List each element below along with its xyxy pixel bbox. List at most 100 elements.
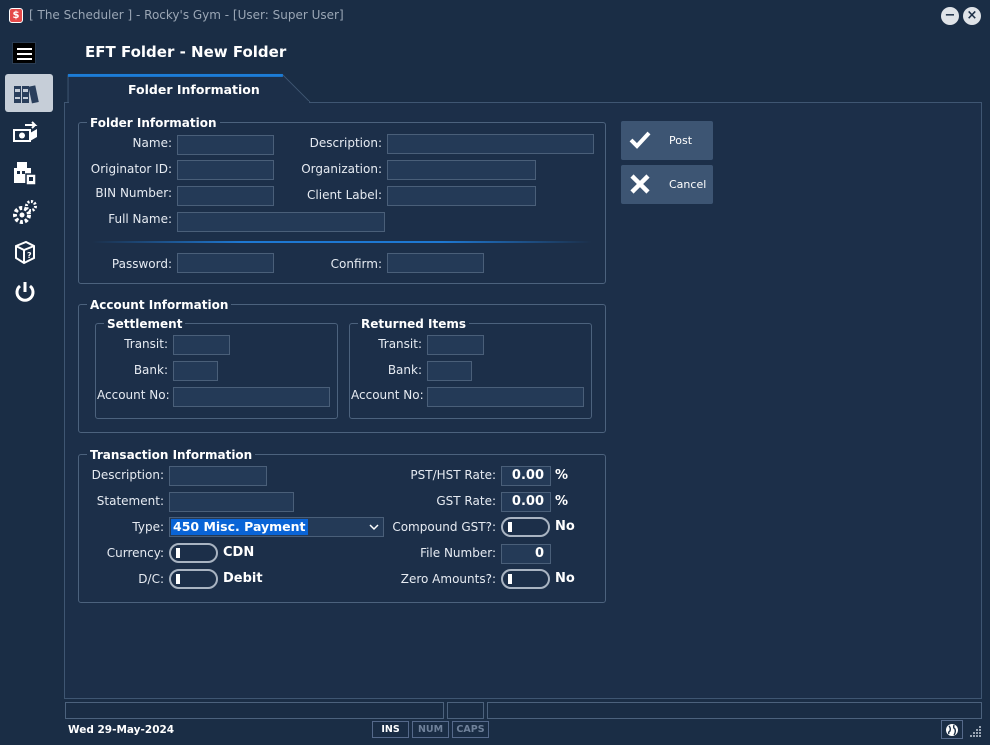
originator-id-field[interactable]	[177, 160, 274, 180]
type-select[interactable]: 450 Misc. Payment	[169, 517, 384, 537]
organization-label: Organization:	[301, 162, 382, 176]
nav-folders-button[interactable]	[5, 74, 53, 112]
nav-power[interactable]	[8, 276, 42, 308]
package-icon: ?	[15, 240, 35, 265]
settlement-bank-label: Bank:	[133, 363, 168, 377]
folders-icon	[14, 85, 39, 104]
returned-bank-label: Bank:	[387, 363, 422, 377]
compound-gst-label: Compound GST?:	[392, 520, 496, 534]
statement-label: Statement:	[96, 494, 164, 508]
confirm-label: Confirm:	[330, 257, 382, 271]
currency-value: CDN	[223, 545, 255, 560]
dc-value: Debit	[223, 571, 263, 586]
zero-amounts-toggle[interactable]	[501, 569, 550, 589]
confirm-field[interactable]	[387, 253, 484, 273]
txn-description-label: Description:	[91, 468, 164, 482]
cancel-button-label: Cancel	[669, 178, 707, 191]
returned-transit-field[interactable]	[427, 335, 484, 355]
status-date: Wed 29-May-2024	[68, 724, 175, 736]
returned-account-field[interactable]	[427, 387, 584, 407]
post-button-label: Post	[669, 134, 693, 147]
page-title: EFT Folder - New Folder	[85, 43, 287, 61]
caps-indicator: CAPS	[452, 721, 489, 738]
bin-number-field[interactable]	[177, 186, 274, 206]
ins-indicator: INS	[372, 721, 409, 738]
zero-amounts-value: No	[555, 571, 575, 586]
type-label: Type:	[132, 520, 164, 534]
separator	[92, 241, 592, 243]
nav-register[interactable]	[8, 157, 42, 189]
full-name-field[interactable]	[177, 212, 385, 232]
settlement-account-field[interactable]	[173, 387, 330, 407]
name-field[interactable]	[177, 135, 274, 155]
organization-field[interactable]	[387, 160, 536, 180]
client-label-label: Client Label:	[307, 188, 382, 202]
file-number-field[interactable]: 0	[501, 544, 551, 564]
nav-money-transfer[interactable]	[8, 118, 42, 150]
post-button[interactable]: Post	[621, 121, 713, 160]
app-icon: $	[9, 8, 23, 23]
settlement-transit-label: Transit:	[124, 337, 168, 351]
money-transfer-icon	[13, 121, 38, 142]
gst-rate-field[interactable]: 0.00	[501, 492, 551, 512]
menu-icon[interactable]	[12, 42, 36, 64]
returned-items-legend: Returned Items	[358, 317, 470, 331]
nav-package[interactable]: ?	[8, 236, 42, 268]
folder-information-legend: Folder Information	[87, 116, 220, 130]
check-icon	[629, 131, 651, 149]
dc-toggle[interactable]	[169, 569, 218, 589]
type-select-value: 450 Misc. Payment	[171, 519, 308, 535]
compound-gst-toggle[interactable]	[501, 517, 550, 537]
close-x-icon	[630, 174, 650, 194]
description-label: Description:	[309, 136, 382, 150]
currency-toggle[interactable]	[169, 543, 218, 563]
client-label-field[interactable]	[387, 186, 536, 206]
svg-text:?: ?	[27, 251, 32, 260]
status-pane-3	[487, 702, 982, 719]
originator-id-label: Originator ID:	[90, 162, 172, 176]
returned-bank-field[interactable]	[427, 361, 472, 381]
gst-rate-unit: %	[555, 494, 569, 509]
power-icon	[15, 282, 35, 302]
globe-icon	[946, 723, 958, 736]
returned-transit-label: Transit:	[378, 337, 422, 351]
close-button[interactable]: ×	[963, 7, 981, 25]
settlement-account-label: Account No:	[97, 388, 170, 402]
settings-icon	[13, 200, 37, 224]
bin-number-label: BIN Number:	[95, 186, 172, 200]
status-pane-1	[65, 702, 444, 719]
compound-gst-value: No	[555, 519, 575, 534]
file-number-label: File Number:	[420, 546, 496, 560]
gst-rate-label: GST Rate:	[436, 494, 496, 508]
password-label: Password:	[111, 257, 172, 271]
pst-rate-unit: %	[555, 468, 569, 483]
nav-settings[interactable]	[8, 196, 42, 228]
minimize-button[interactable]: −	[941, 7, 959, 25]
cancel-button[interactable]: Cancel	[621, 165, 713, 204]
zero-amounts-label: Zero Amounts?:	[400, 572, 496, 586]
tab-label: Folder Information	[128, 82, 260, 97]
resize-grip-icon[interactable]	[970, 725, 982, 737]
returned-account-label: Account No:	[351, 388, 424, 402]
window-title: [ The Scheduler ] - Rocky's Gym - [User:…	[29, 8, 344, 22]
name-label: Name:	[132, 136, 172, 150]
password-field[interactable]	[177, 253, 274, 273]
settlement-legend: Settlement	[104, 317, 186, 331]
transaction-information-legend: Transaction Information	[87, 448, 256, 462]
status-pane-2	[447, 702, 484, 719]
globe-button[interactable]	[941, 720, 963, 739]
full-name-label: Full Name:	[108, 212, 172, 226]
num-indicator: NUM	[412, 721, 449, 738]
account-information-legend: Account Information	[87, 298, 232, 312]
dc-label: D/C:	[138, 572, 164, 586]
currency-label: Currency:	[106, 546, 164, 560]
chevron-down-icon	[369, 524, 379, 531]
description-field[interactable]	[387, 134, 594, 154]
statement-field[interactable]	[169, 492, 294, 512]
pst-rate-field[interactable]: 0.00	[501, 466, 551, 486]
settlement-bank-field[interactable]	[173, 361, 218, 381]
settlement-transit-field[interactable]	[173, 335, 230, 355]
txn-description-field[interactable]	[169, 466, 267, 486]
pst-rate-label: PST/HST Rate:	[410, 468, 496, 482]
register-icon	[14, 162, 37, 186]
